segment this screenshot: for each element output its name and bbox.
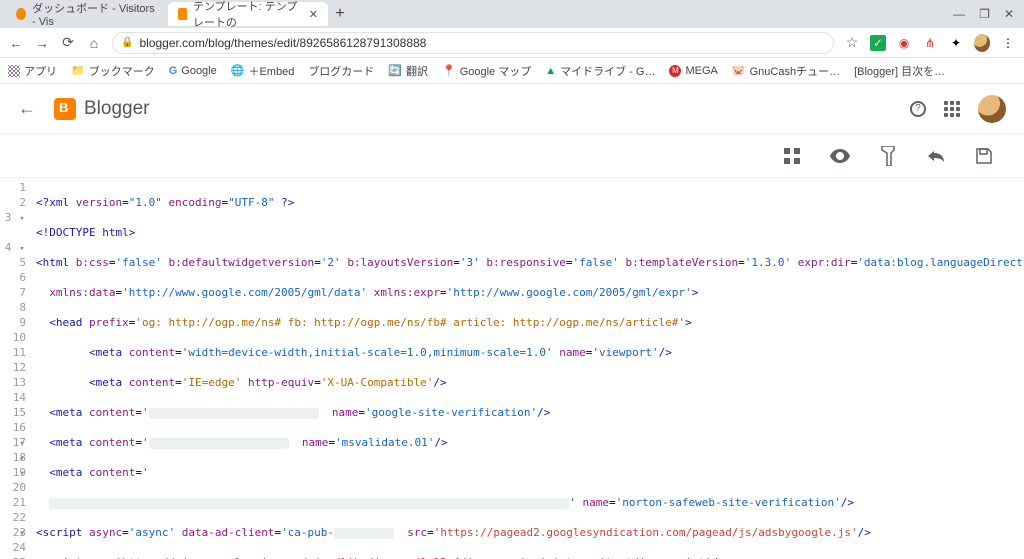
nav-back-button[interactable]: ← <box>8 35 24 51</box>
bookmark-link[interactable]: 🌐 ＋Embed <box>231 63 295 79</box>
bookmark-link[interactable]: G Google <box>169 65 217 77</box>
bookmarks-bar: アプリ 📁 ブックマーク G Google 🌐 ＋Embed ブログカード 🔄 … <box>0 58 1024 84</box>
extension-icon[interactable]: ✓ <box>870 35 886 51</box>
blogger-logo-icon <box>54 98 76 120</box>
window-close-button[interactable]: ✕ <box>1004 7 1014 21</box>
browser-tab-2[interactable]: テンプレート: テンプレートの ✕ <box>168 2 328 26</box>
apps-shortcut[interactable]: アプリ <box>8 63 57 79</box>
tab-title: ダッシュボード - Visitors - Vis <box>32 0 156 28</box>
extensions-menu-button[interactable]: ✦ <box>948 35 964 51</box>
window-maximize-button[interactable]: ❐ <box>979 7 990 21</box>
editor-toolbar <box>0 134 1024 178</box>
preview-button[interactable] <box>830 146 850 166</box>
app-brand: Blogger <box>84 98 150 120</box>
extension-icon[interactable]: ◉ <box>896 35 912 51</box>
lock-icon: 🔒 <box>121 37 133 48</box>
help-button[interactable]: ? <box>910 101 926 117</box>
bookmark-link[interactable]: 🐷 GnuCashチュー… <box>732 63 840 79</box>
nav-forward-button[interactable]: → <box>34 35 50 51</box>
window-minimize-button[interactable]: — <box>953 7 965 21</box>
account-avatar[interactable] <box>978 95 1006 123</box>
nav-reload-button[interactable]: ⟳ <box>60 34 76 51</box>
profile-avatar[interactable] <box>974 35 990 51</box>
url-text: blogger.com/blog/themes/edit/89265861287… <box>139 36 426 50</box>
close-icon[interactable]: ✕ <box>309 8 318 21</box>
favicon-icon <box>178 8 187 20</box>
back-arrow-button[interactable]: ← <box>18 98 36 119</box>
browser-tab-strip: ダッシュボード - Visitors - Vis テンプレート: テンプレートの… <box>0 0 1024 28</box>
widgets-button[interactable] <box>782 146 802 166</box>
bookmark-folder[interactable]: 📁 ブックマーク <box>71 63 155 79</box>
save-button[interactable] <box>974 146 994 166</box>
bookmark-link[interactable]: 📍 Google マップ <box>442 63 531 79</box>
undo-button[interactable] <box>926 146 946 166</box>
bookmark-link[interactable]: ▲ マイドライブ - G… <box>545 63 655 79</box>
bookmark-link[interactable]: 🔄 翻訳 <box>388 63 428 79</box>
code-content[interactable]: <?xml version="1.0" encoding="UTF-8" ?> … <box>32 178 1024 559</box>
favicon-icon <box>16 8 26 20</box>
url-input[interactable]: 🔒 blogger.com/blog/themes/edit/892658612… <box>112 32 834 54</box>
bookmark-link[interactable]: [Blogger] 目次を… <box>854 63 945 79</box>
code-editor[interactable]: 123 ▾4 ▾5678910111213141516 ▾17 ▾18 ▾192… <box>0 178 1024 559</box>
nav-home-button[interactable]: ⌂ <box>86 35 102 51</box>
browser-tab-1[interactable]: ダッシュボード - Visitors - Vis <box>6 2 166 26</box>
new-tab-button[interactable]: + <box>330 4 350 24</box>
bookmark-star-button[interactable]: ☆ <box>844 34 860 51</box>
format-button[interactable] <box>878 146 898 166</box>
browser-menu-button[interactable]: ⋮ <box>1000 35 1016 51</box>
app-header: ← Blogger ? <box>0 84 1024 134</box>
browser-address-bar: ← → ⟳ ⌂ 🔒 blogger.com/blog/themes/edit/8… <box>0 28 1024 58</box>
bookmark-link[interactable]: M MEGA <box>669 65 717 77</box>
google-apps-button[interactable] <box>944 101 960 117</box>
bookmark-link[interactable]: ブログカード <box>308 63 374 79</box>
extension-icon[interactable]: ⋔ <box>922 35 938 51</box>
line-number-gutter: 123 ▾4 ▾5678910111213141516 ▾17 ▾18 ▾192… <box>0 178 32 559</box>
apps-icon <box>8 65 20 77</box>
extensions-area: ✓ ◉ ⋔ ✦ ⋮ <box>870 35 1016 51</box>
tab-title: テンプレート: テンプレートの <box>193 0 303 30</box>
